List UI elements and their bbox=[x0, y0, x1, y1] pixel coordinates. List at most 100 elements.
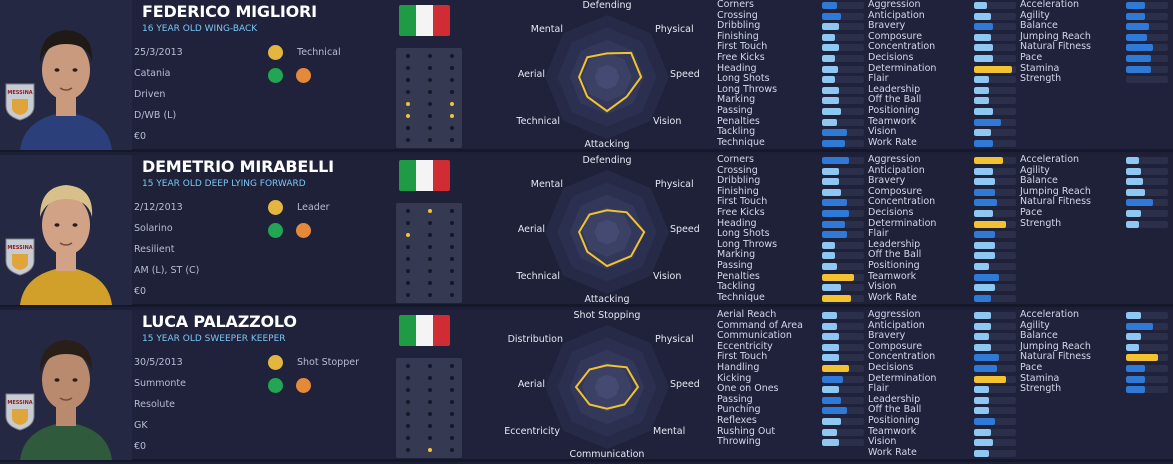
player-name[interactable]: FEDERICO MIGLIORI bbox=[142, 2, 317, 21]
attribute-row[interactable]: Aggression bbox=[868, 154, 1016, 166]
attribute-fill bbox=[974, 129, 991, 137]
attribute-row[interactable]: Corners bbox=[717, 0, 864, 11]
attribute-row[interactable]: Technique bbox=[717, 136, 864, 149]
nationality-flag bbox=[399, 315, 450, 346]
attribute-row[interactable]: Corners bbox=[717, 154, 864, 166]
attribute-row[interactable]: Determination bbox=[868, 63, 1016, 75]
attribute-row[interactable]: Handling bbox=[717, 362, 864, 374]
attribute-fill bbox=[974, 65, 1012, 73]
pitch-position bbox=[406, 245, 410, 249]
pitch-position bbox=[406, 54, 410, 58]
pitch-position bbox=[450, 233, 454, 237]
attribute-row[interactable]: Positioning bbox=[868, 105, 1016, 117]
trait-label: Shot Stopper bbox=[297, 357, 359, 368]
attribute-row[interactable]: Reflexes bbox=[717, 415, 864, 427]
attribute-row[interactable]: Work Rate bbox=[868, 137, 1016, 149]
attribute-row[interactable]: Passing bbox=[717, 105, 864, 117]
attribute-fill bbox=[822, 65, 838, 73]
attribute-row[interactable]: Strength bbox=[1020, 217, 1168, 230]
attribute-bar bbox=[974, 354, 1016, 362]
pitch-position bbox=[450, 138, 454, 142]
nationality-flag bbox=[399, 5, 450, 36]
attribute-row[interactable]: Aerial Reach bbox=[717, 309, 864, 321]
attribute-fill bbox=[822, 178, 839, 186]
attribute-fill bbox=[1126, 54, 1152, 62]
attribute-fill bbox=[822, 273, 854, 281]
attribute-row[interactable]: Pace bbox=[1020, 206, 1168, 219]
attribute-row[interactable]: Decisions bbox=[868, 52, 1016, 64]
attribute-name: Acceleration bbox=[1020, 309, 1080, 320]
attribute-radar: Shot Stopping Physical Speed Mental Communic… bbox=[504, 310, 710, 460]
attribute-fill bbox=[974, 167, 993, 175]
player-card[interactable]: MESSINA LUCA PALAZZOLO 15 YEAR OLD SWEEPER… bbox=[0, 309, 1173, 462]
attribute-name: Strength bbox=[1020, 217, 1062, 229]
pitch-position bbox=[428, 90, 432, 94]
attribute-bar bbox=[974, 157, 1016, 164]
player-value: €0 bbox=[134, 441, 147, 452]
pitch-position bbox=[450, 269, 454, 273]
radar-label: Attacking bbox=[584, 139, 630, 150]
attribute-bar bbox=[974, 12, 1016, 20]
attribute-row[interactable]: Free Kicks bbox=[717, 206, 864, 219]
radar-label: Defending bbox=[582, 0, 632, 11]
pitch-position bbox=[406, 257, 410, 261]
attribute-bar bbox=[822, 417, 864, 425]
attribute-fill bbox=[822, 220, 846, 228]
attribute-row[interactable]: Work Rate bbox=[868, 446, 1016, 459]
positions: GK bbox=[134, 420, 148, 431]
attribute-row[interactable]: Pace bbox=[1020, 362, 1168, 374]
attribute-name: Work Rate bbox=[868, 446, 917, 458]
attribute-row[interactable]: Throwing bbox=[717, 437, 864, 448]
attribute-fill bbox=[822, 428, 837, 436]
attribute-row[interactable]: Strength bbox=[1020, 384, 1168, 395]
attribute-fill bbox=[1126, 220, 1139, 228]
attribute-fill bbox=[1126, 312, 1141, 319]
attribute-bar bbox=[822, 65, 864, 73]
attribute-row[interactable]: Acceleration bbox=[1020, 154, 1168, 166]
attribute-row[interactable]: Positioning bbox=[868, 415, 1016, 427]
attribute-fill bbox=[822, 294, 852, 302]
attribute-row[interactable]: Acceleration bbox=[1020, 0, 1168, 11]
attribute-name: Pace bbox=[1020, 51, 1043, 63]
attribute-fill bbox=[974, 188, 995, 196]
trait-label: Technical bbox=[297, 47, 341, 58]
player-value: €0 bbox=[134, 286, 147, 297]
attribute-bar bbox=[974, 449, 1016, 457]
attribute-bar bbox=[822, 241, 864, 249]
attribute-row[interactable]: Decisions bbox=[868, 362, 1016, 374]
attribute-fill bbox=[1126, 364, 1145, 372]
attribute-fill bbox=[974, 333, 989, 341]
player-name[interactable]: LUCA PALAZZOLO bbox=[142, 312, 297, 331]
attribute-row[interactable]: Strength bbox=[1020, 74, 1168, 85]
attribute-row[interactable]: Free Kicks bbox=[717, 52, 864, 64]
attribute-row[interactable]: Aggression bbox=[868, 0, 1016, 11]
attribute-column: Acceleration Agility Balance Jumping Reach N… bbox=[1020, 309, 1168, 395]
attribute-fill bbox=[974, 354, 1000, 362]
attribute-name: Pace bbox=[1020, 206, 1043, 218]
attribute-row[interactable]: Work Rate bbox=[868, 292, 1016, 304]
attribute-name: Free Kicks bbox=[717, 206, 765, 218]
attribute-bar bbox=[1126, 386, 1168, 394]
attribute-name: Aerial Reach bbox=[717, 309, 777, 320]
radar-label: Aerial bbox=[517, 379, 545, 390]
attribute-fill bbox=[822, 209, 850, 217]
player-subtitle: 15 YEAR OLD SWEEPER KEEPER bbox=[142, 334, 286, 344]
attribute-bar bbox=[974, 333, 1016, 341]
attribute-row[interactable]: Determination bbox=[868, 218, 1016, 230]
attribute-row[interactable]: Pace bbox=[1020, 51, 1168, 64]
player-subtitle: 16 YEAR OLD WING-BACK bbox=[142, 24, 258, 34]
player-name[interactable]: DEMETRIO MIRABELLI bbox=[142, 157, 334, 176]
attribute-name: Technique bbox=[717, 136, 765, 148]
attribute-fill bbox=[974, 241, 995, 249]
attribute-row[interactable]: Technique bbox=[717, 292, 864, 304]
attribute-row[interactable]: Positioning bbox=[868, 260, 1016, 272]
player-card[interactable]: MESSINA DEMETRIO MIRABELLI 15 YEAR OLD DEE… bbox=[0, 154, 1173, 307]
attribute-row[interactable]: Aggression bbox=[868, 309, 1016, 321]
attribute-row[interactable]: Determination bbox=[868, 373, 1016, 385]
attribute-row[interactable]: Passing bbox=[717, 260, 864, 272]
attribute-fill bbox=[822, 252, 835, 260]
birth-date: 30/5/2013 bbox=[134, 357, 183, 368]
attribute-row[interactable]: Acceleration bbox=[1020, 309, 1168, 321]
attribute-row[interactable]: Decisions bbox=[868, 207, 1016, 219]
player-card[interactable]: MESSINA FEDERICO MIGLIORI 16 YEAR OLD WING… bbox=[0, 0, 1173, 152]
